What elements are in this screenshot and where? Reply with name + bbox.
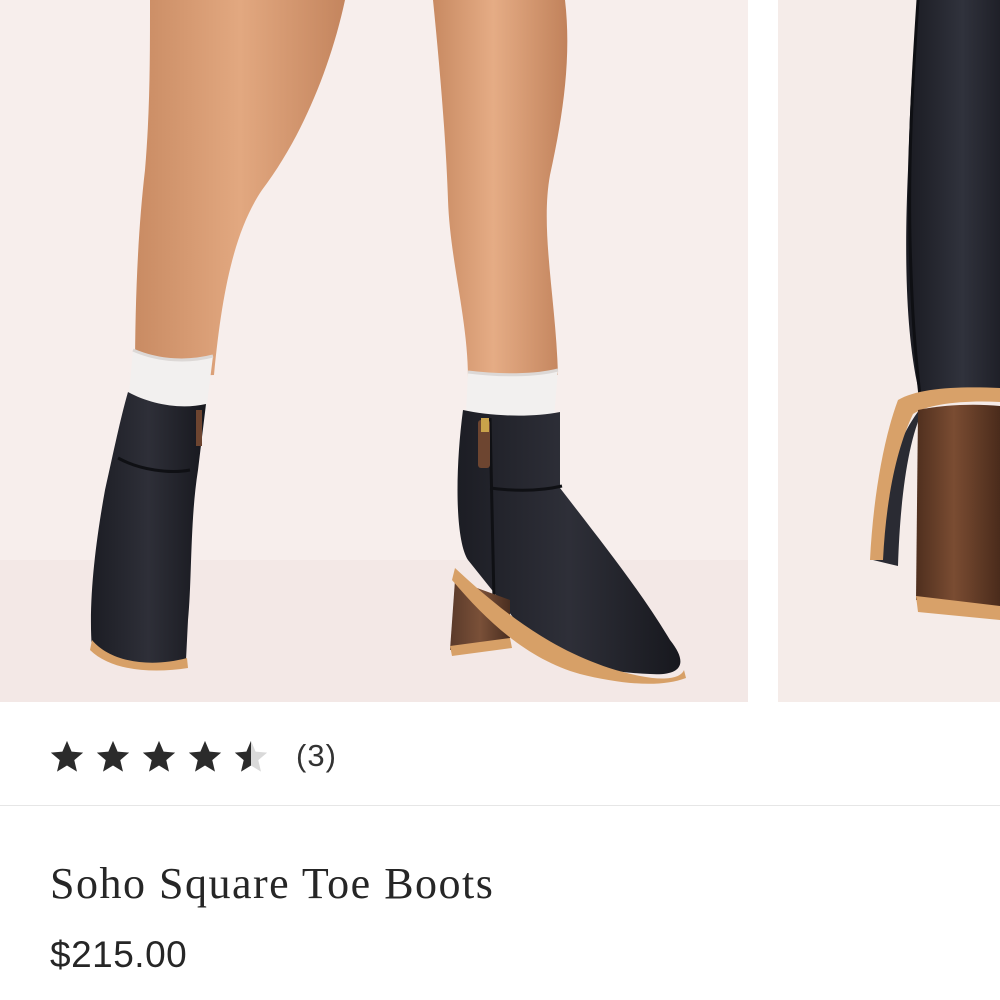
star-icon [188, 740, 222, 772]
star-icon [96, 740, 130, 772]
product-photo-next[interactable] [778, 0, 1000, 702]
product-price: $215.00 [50, 934, 188, 975]
product-title: Soho Square Toe Boots [50, 859, 495, 908]
product-photo-illustration [0, 0, 748, 702]
review-count[interactable]: (3) [296, 738, 337, 774]
star-icon [142, 740, 176, 772]
star-icon [50, 740, 84, 772]
rating-row[interactable]: (3) [0, 702, 1000, 806]
product-image-carousel[interactable] [0, 0, 1000, 702]
product-photo-next-illustration [778, 0, 1000, 702]
product-photo-main[interactable] [0, 0, 748, 702]
rating-stars [48, 736, 278, 778]
half-star-icon [234, 740, 268, 772]
product-page: (3) Soho Square Toe Boots $215.00 [0, 0, 1000, 1000]
